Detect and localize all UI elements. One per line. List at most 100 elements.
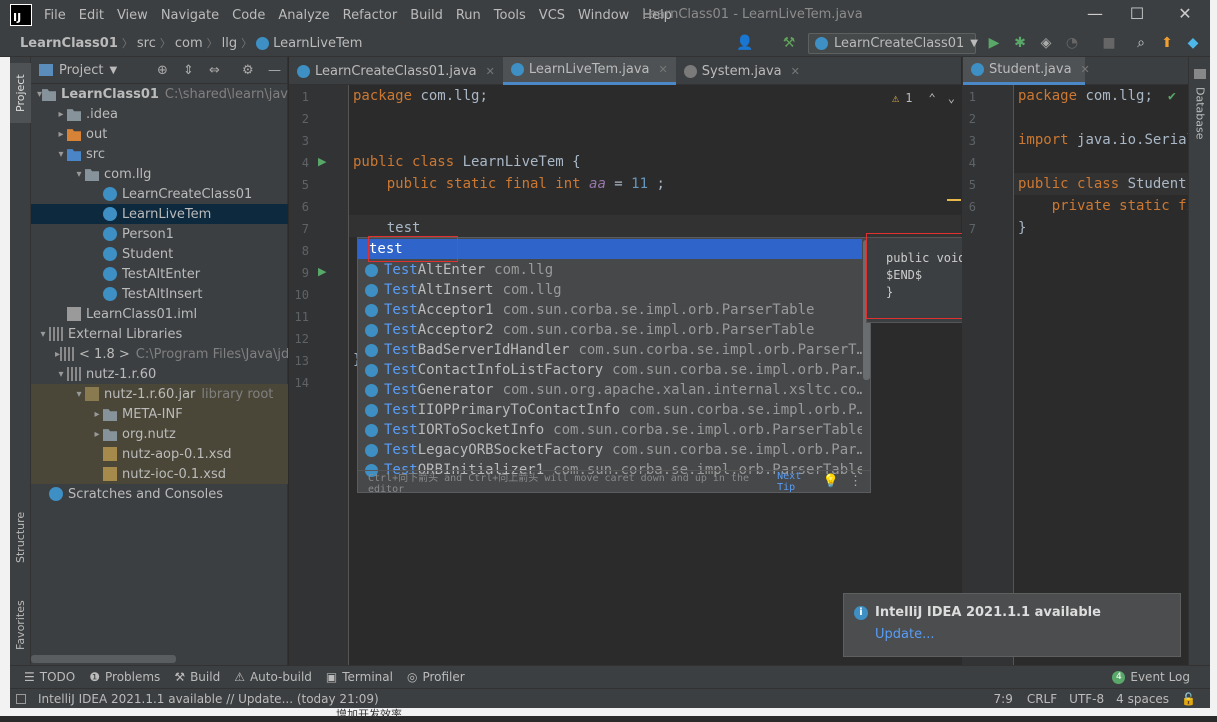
completion-item[interactable]: Test AltInsert com.llg <box>358 280 862 300</box>
tree-item[interactable]: Person1 <box>31 224 288 244</box>
maximize-button[interactable]: ☐ <box>1124 4 1150 26</box>
tree-item[interactable]: ▾ nutz-1.r.60 <box>31 364 288 384</box>
stop-icon[interactable]: ■ <box>1100 34 1118 52</box>
chevron-down-icon[interactable]: ▾ <box>55 369 67 380</box>
tree-item[interactable]: ▾ External Libraries <box>31 324 288 344</box>
tree-item[interactable]: ▸ org.nutz <box>31 424 288 444</box>
tree-item[interactable]: TestAltEnter <box>31 264 288 284</box>
tree-item[interactable]: ▸ META-INF <box>31 404 288 424</box>
close-tab-icon[interactable]: ✕ <box>1081 63 1090 76</box>
breadcrumb-llg[interactable]: llg <box>218 36 241 51</box>
tree-item[interactable]: ▾ src <box>31 144 288 164</box>
structure-tool-tab[interactable]: Structure <box>10 497 31 577</box>
chevron-right-icon[interactable]: ▸ <box>91 429 103 440</box>
completion-item[interactable]: Test LegacyORBSocketFactory com.sun.corba.… <box>358 440 862 460</box>
menu-refactor[interactable]: Refactor <box>343 8 398 23</box>
inspection-widget[interactable]: ⚠ 1 ⌃ ⌄ <box>892 91 955 105</box>
status-message[interactable]: IntelliJ IDEA 2021.1.1 available // Upda… <box>38 692 379 706</box>
tree-item[interactable]: ▾ nutz-1.r.60.jar library root <box>31 384 288 404</box>
chevron-down-icon[interactable]: ▾ <box>37 329 49 340</box>
breadcrumb-project[interactable]: LearnClass01 <box>16 36 122 51</box>
project-tool-tab[interactable]: Project <box>10 63 31 123</box>
menu-code[interactable]: Code <box>232 8 265 23</box>
file-encoding[interactable]: UTF-8 <box>1069 692 1104 706</box>
close-tab-icon[interactable]: ✕ <box>486 65 495 78</box>
favorites-tool-tab[interactable]: Favorites <box>10 585 31 665</box>
toolbox-icon[interactable]: ◆ <box>1184 34 1202 52</box>
more-options-icon[interactable]: ⋮ <box>849 474 862 489</box>
completion-item[interactable]: Test BadServerIdHandler com.sun.corba.se.i… <box>358 340 862 360</box>
chevron-down-icon[interactable]: ▾ <box>37 89 42 100</box>
tree-item[interactable]: ▸ out <box>31 124 288 144</box>
menu-edit[interactable]: Edit <box>79 8 104 23</box>
tree-item[interactable]: ▾ LearnClass01 C:\shared\learn\java_p <box>31 84 288 104</box>
tree-item[interactable]: nutz-ioc-0.1.xsd <box>31 464 288 484</box>
profile-icon[interactable]: ◔ <box>1063 34 1081 52</box>
right-code-editor[interactable]: package com.llg; import java.io.Serial pub… <box>1014 85 1188 665</box>
completion-item[interactable]: Test Generator com.sun.org.apache.xalan.in… <box>358 380 862 400</box>
menu-vcs[interactable]: VCS <box>539 8 565 23</box>
tree-item[interactable]: TestAltInsert <box>31 284 288 304</box>
collapse-all-icon[interactable]: ⇔ <box>209 63 220 78</box>
chevron-right-icon[interactable]: ▸ <box>91 409 103 420</box>
close-window-button[interactable]: ✕ <box>1172 4 1198 26</box>
tab-learncreateclass01[interactable]: LearnCreateClass01.java ✕ <box>289 57 503 85</box>
chevron-right-icon[interactable]: ▸ <box>55 109 67 120</box>
completion-item[interactable]: Test IORToSocketInfo com.sun.corba.se.impl… <box>358 420 862 440</box>
toggle-tool-windows-icon[interactable] <box>16 693 26 704</box>
gear-icon[interactable]: ⚙ <box>242 63 254 78</box>
menu-run[interactable]: Run <box>456 8 481 23</box>
update-icon[interactable]: ⬆ <box>1158 34 1176 52</box>
breadcrumb-src[interactable]: src <box>133 36 160 51</box>
search-icon[interactable]: ⌕ <box>1132 34 1150 52</box>
menu-view[interactable]: View <box>117 8 148 23</box>
chevron-down-icon[interactable]: ⌄ <box>948 91 955 105</box>
user-icon[interactable]: 👤 <box>736 34 754 52</box>
project-panel-title[interactable]: Project <box>59 63 103 78</box>
close-tab-icon[interactable]: ✕ <box>791 65 800 78</box>
tree-item[interactable]: LearnLiveTem <box>31 204 288 224</box>
indent-setting[interactable]: 4 spaces <box>1116 692 1169 706</box>
completion-item[interactable]: Test Acceptor2 com.sun.corba.se.impl.orb.P… <box>358 320 862 340</box>
tab-profiler[interactable]: ◎ Profiler <box>407 670 465 684</box>
completion-item[interactable]: Test ContactInfoListFactory com.sun.corba.… <box>358 360 862 380</box>
menu-navigate[interactable]: Navigate <box>161 8 219 23</box>
minimize-button[interactable]: — <box>1082 4 1108 26</box>
tab-event-log[interactable]: 4 Event Log <box>1112 670 1190 684</box>
chevron-down-icon[interactable]: ▾ <box>73 389 85 400</box>
tree-item[interactable]: nutz-aop-0.1.xsd <box>31 444 288 464</box>
run-icon[interactable]: ▶ <box>985 34 1003 52</box>
breadcrumb-com[interactable]: com <box>171 36 207 51</box>
database-tool-tab[interactable]: Database <box>1189 83 1211 143</box>
lock-icon[interactable]: 🔓 <box>1181 692 1196 706</box>
caret-position[interactable]: 7:9 <box>994 692 1013 706</box>
hide-panel-icon[interactable]: — <box>268 63 281 78</box>
completion-item[interactable]: Test AltEnter com.llg <box>358 260 862 280</box>
menu-window[interactable]: Window <box>578 8 629 23</box>
build-hammer-icon[interactable]: ⚒ <box>780 34 798 52</box>
close-tab-icon[interactable]: ✕ <box>659 63 668 76</box>
tab-student[interactable]: Student.java ✕ <box>963 57 1090 85</box>
completion-item[interactable]: Test Acceptor1 com.sun.corba.se.impl.orb.P… <box>358 300 862 320</box>
next-tip-link[interactable]: Next Tip <box>777 471 823 493</box>
update-link[interactable]: Update... <box>875 627 934 642</box>
line-separator[interactable]: CRLF <box>1027 692 1057 706</box>
completion-item[interactable]: Test IIOPPrimaryToContactInfo com.sun.corb… <box>358 400 862 420</box>
horizontal-scrollbar[interactable] <box>31 655 176 663</box>
tab-auto-build[interactable]: ⚠ Auto-build <box>234 670 312 684</box>
chevron-down-icon[interactable]: ▾ <box>55 149 67 160</box>
tab-build[interactable]: ⚒ Build <box>174 670 220 684</box>
tree-item[interactable]: ▸ < 1.8 > C:\Program Files\Java\jdk <box>31 344 288 364</box>
menu-file[interactable]: File <box>44 8 66 23</box>
expand-all-icon[interactable]: ⇕ <box>183 63 194 78</box>
run-class-gutter-icon[interactable]: ▶ <box>318 265 326 278</box>
tab-system[interactable]: System.java ✕ <box>676 57 808 85</box>
locate-icon[interactable]: ⊕ <box>157 63 168 78</box>
breadcrumb-file[interactable]: LearnLiveTem <box>269 36 366 51</box>
tab-problems[interactable]: ❶ Problems <box>89 670 160 684</box>
tree-item[interactable]: ▾ com.llg <box>31 164 288 184</box>
tree-item[interactable]: ▸ .idea <box>31 104 288 124</box>
chevron-up-icon[interactable]: ⌃ <box>928 91 935 105</box>
tab-terminal[interactable]: ▣ Terminal <box>326 670 393 684</box>
tab-learnlivetem[interactable]: LearnLiveTem.java ✕ <box>502 57 676 85</box>
